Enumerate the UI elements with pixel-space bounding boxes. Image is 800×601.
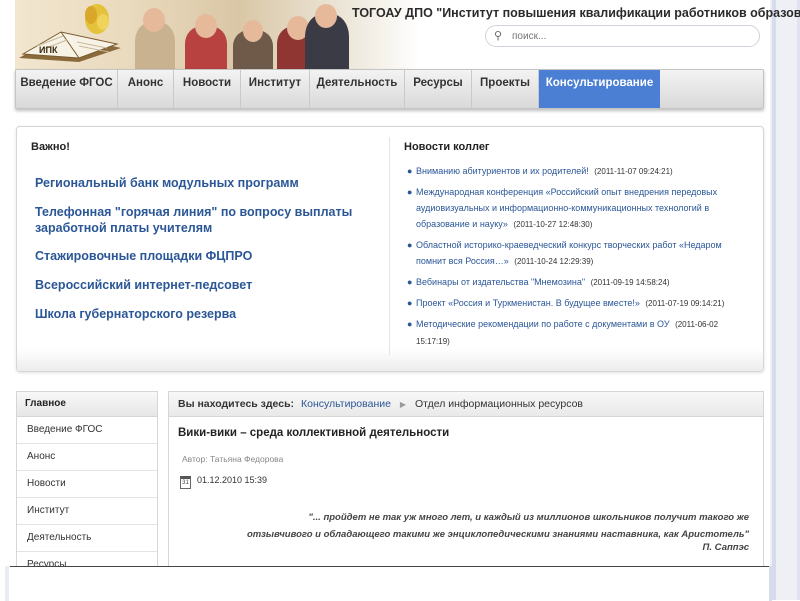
scrollbar-edge bbox=[772, 0, 776, 600]
scrollbar-track[interactable] bbox=[770, 0, 800, 600]
bullet-icon: ● bbox=[407, 319, 413, 329]
quote-line: "... пройдет не так уж много лет, и кажд… bbox=[308, 512, 749, 523]
quote-line: отзывчивого и обладающего такими же энци… bbox=[246, 529, 749, 540]
top-panel: Важно! Региональный банк модульных прогр… bbox=[16, 126, 764, 372]
chevron-right-icon: ▶ bbox=[399, 400, 407, 409]
news-item: ● Вниманию абитуриентов и их родителей! … bbox=[407, 163, 743, 180]
nav-item-proekty[interactable]: Проекты bbox=[472, 70, 539, 108]
news-date: (2011-10-24 12:29:39) bbox=[514, 257, 594, 266]
important-link[interactable]: Школа губернаторского резерва bbox=[35, 306, 365, 322]
news-item: ● Областной историко-краеведческий конку… bbox=[407, 237, 743, 270]
news-link[interactable]: Вебинары от издательства "Мнемозина" bbox=[416, 277, 585, 287]
search-icon[interactable]: ⚲ bbox=[494, 29, 502, 42]
calendar-icon: 31 bbox=[180, 476, 191, 489]
important-link[interactable]: Всероссийский интернет-педсовет bbox=[35, 277, 365, 293]
side-menu: Главное Введение ФГОС Анонс Новости Инст… bbox=[16, 391, 158, 573]
bullet-icon: ● bbox=[407, 240, 413, 250]
news-link[interactable]: Методические рекомендации по работе с до… bbox=[416, 319, 670, 329]
breadcrumb-link[interactable]: Консультирование bbox=[301, 398, 391, 410]
colleague-news-list: ● Вниманию абитуриентов и их родителей! … bbox=[407, 163, 743, 350]
search-input[interactable] bbox=[510, 28, 744, 44]
org-title: ТОГОАУ ДПО "Институт повышения квалифика… bbox=[352, 6, 800, 20]
news-item: ● Методические рекомендации по работе с … bbox=[407, 316, 743, 350]
breadcrumb-current: Отдел информационных ресурсов bbox=[414, 398, 583, 410]
logo-leaves-icon bbox=[85, 4, 109, 34]
important-link[interactable]: Стажировочные площадки ФЦПРО bbox=[35, 248, 365, 264]
side-menu-item-institut[interactable]: Институт bbox=[17, 498, 157, 525]
news-item: ● Проект «Россия и Туркменистан. В будущ… bbox=[407, 295, 743, 312]
news-date: (2011-11-07 09:24:21) bbox=[594, 167, 673, 176]
main-content: Вы находитесь здесь: Консультирование ▶ … bbox=[168, 391, 764, 573]
article-date-row: 31 01.12.2010 15:39 bbox=[180, 475, 267, 489]
news-item: ● Вебинары от издательства "Мнемозина" (… bbox=[407, 274, 743, 291]
breadcrumb: Вы находитесь здесь: Консультирование ▶ … bbox=[169, 392, 763, 417]
nav-item-vvedenie-fgos[interactable]: Введение ФГОС bbox=[16, 70, 118, 108]
bottom-frame bbox=[5, 566, 772, 601]
news-link[interactable]: Проект «Россия и Туркменистан. В будущее… bbox=[416, 298, 640, 308]
nav-item-resursy[interactable]: Ресурсы bbox=[405, 70, 472, 108]
bullet-icon: ● bbox=[407, 277, 413, 287]
nav-item-deyatelnost[interactable]: Деятельность bbox=[310, 70, 405, 108]
side-menu-item-vvedenie-fgos[interactable]: Введение ФГОС bbox=[17, 417, 157, 444]
article-author: Автор: Татьяна Федорова bbox=[182, 454, 284, 464]
side-menu-item-novosti[interactable]: Новости bbox=[17, 471, 157, 498]
colleague-news-title: Новости коллег bbox=[404, 141, 490, 153]
news-item: ● Международная конференция «Российский … bbox=[407, 184, 743, 233]
nav-item-anons[interactable]: Анонс bbox=[118, 70, 174, 108]
panel-divider bbox=[389, 137, 390, 355]
nav-item-novosti[interactable]: Новости bbox=[174, 70, 241, 108]
important-title: Важно! bbox=[31, 141, 70, 153]
nav-item-institut[interactable]: Институт bbox=[241, 70, 310, 108]
article-title: Вики-вики – среда коллективной деятельно… bbox=[178, 427, 450, 439]
news-date: (2011-09-19 14:58:24) bbox=[590, 278, 670, 287]
article-quote: "... пройдет не так уж много лет, и кажд… bbox=[189, 509, 749, 543]
quote-author: П. Саппэс bbox=[702, 542, 750, 553]
article-date: 01.12.2010 15:39 bbox=[197, 475, 268, 485]
bullet-icon: ● bbox=[407, 187, 413, 197]
main-nav: Введение ФГОС Анонс Новости Институт Дея… bbox=[15, 69, 764, 109]
important-link[interactable]: Региональный банк модульных программ bbox=[35, 175, 365, 191]
side-menu-title: Главное bbox=[17, 392, 157, 417]
search-box[interactable]: ⚲ bbox=[485, 25, 760, 47]
site-header: ИПК ТОГОАУ ДПО "Институт повышения квали… bbox=[15, 0, 800, 70]
breadcrumb-label: Вы находитесь здесь: bbox=[178, 398, 295, 410]
news-link[interactable]: Вниманию абитуриентов и их родителей! bbox=[416, 166, 589, 176]
panel-footer bbox=[17, 349, 763, 371]
important-link[interactable]: Телефонная "горячая линия" по вопросу вы… bbox=[35, 204, 365, 236]
news-date: (2011-07-19 09:14:21) bbox=[645, 299, 725, 308]
bullet-icon: ● bbox=[407, 166, 413, 176]
logo-text: ИПК bbox=[39, 45, 58, 55]
side-menu-item-anons[interactable]: Анонс bbox=[17, 444, 157, 471]
side-menu-item-deyatelnost[interactable]: Деятельность bbox=[17, 525, 157, 552]
nav-item-konsultirovanie[interactable]: Консультирование bbox=[539, 70, 660, 108]
bullet-icon: ● bbox=[407, 298, 413, 308]
news-date: (2011-10-27 12:48:30) bbox=[513, 220, 593, 229]
